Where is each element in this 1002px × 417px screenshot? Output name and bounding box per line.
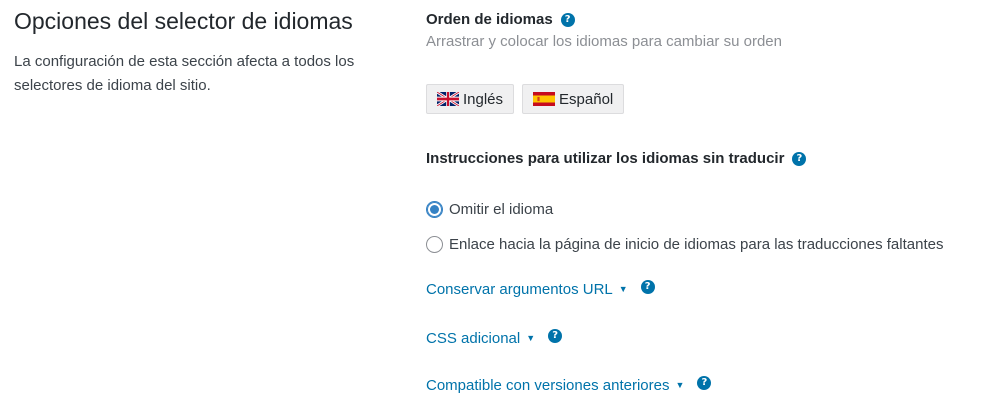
language-item-spanish[interactable]: Español — [522, 84, 625, 114]
uk-flag-icon — [437, 92, 459, 106]
help-icon[interactable]: ? — [697, 376, 712, 390]
section-intro: Opciones del selector de idiomas La conf… — [14, 6, 394, 98]
caret-down-icon[interactable]: ▼ — [526, 333, 535, 343]
help-icon[interactable]: ? — [792, 151, 807, 166]
toggle-preserve-url-args[interactable]: Conservar argumentos URL ▼ ? — [426, 278, 655, 300]
spain-flag-icon — [533, 92, 556, 106]
language-order-list: Inglés Español — [426, 84, 625, 114]
radio-option-link-home[interactable]: Enlace hacia la página de inicio de idio… — [426, 232, 943, 256]
radio-button[interactable] — [426, 200, 443, 218]
untranslated-label: Instrucciones para utilizar los idiomas … — [426, 150, 785, 167]
language-label: Inglés — [463, 90, 504, 108]
help-icon[interactable]: ? — [560, 12, 575, 27]
toggle-label[interactable]: Compatible con versiones anteriores — [426, 377, 669, 394]
untranslated-heading: Instrucciones para utilizar los idiomas … — [426, 150, 807, 167]
language-label: Español — [559, 90, 614, 108]
radio-label: Omitir el idioma — [449, 200, 554, 218]
caret-down-icon[interactable]: ▼ — [619, 284, 628, 294]
language-order-hint: Arrastrar y colocar los idiomas para cam… — [426, 33, 782, 50]
toggle-additional-css[interactable]: CSS adicional ▼ ? — [426, 327, 563, 349]
toggle-label[interactable]: Conservar argumentos URL — [426, 281, 613, 298]
radio-option-skip[interactable]: Omitir el idioma — [426, 197, 553, 221]
language-order-heading: Orden de idiomas ? — [426, 11, 575, 28]
radio-button[interactable] — [426, 235, 443, 253]
caret-down-icon[interactable]: ▼ — [675, 380, 684, 390]
radio-label: Enlace hacia la página de inicio de idio… — [449, 235, 944, 253]
section-title: Opciones del selector de idiomas — [14, 8, 353, 34]
section-description: La configuración de esta sección afecta … — [14, 53, 355, 94]
language-item-english[interactable]: Inglés — [426, 84, 515, 114]
help-icon[interactable]: ? — [548, 329, 563, 343]
toggle-backwards-compatible[interactable]: Compatible con versiones anteriores ▼ ? — [426, 374, 712, 396]
help-icon[interactable]: ? — [640, 280, 655, 294]
toggle-label[interactable]: CSS adicional — [426, 330, 520, 347]
language-order-label: Orden de idiomas — [426, 11, 553, 28]
